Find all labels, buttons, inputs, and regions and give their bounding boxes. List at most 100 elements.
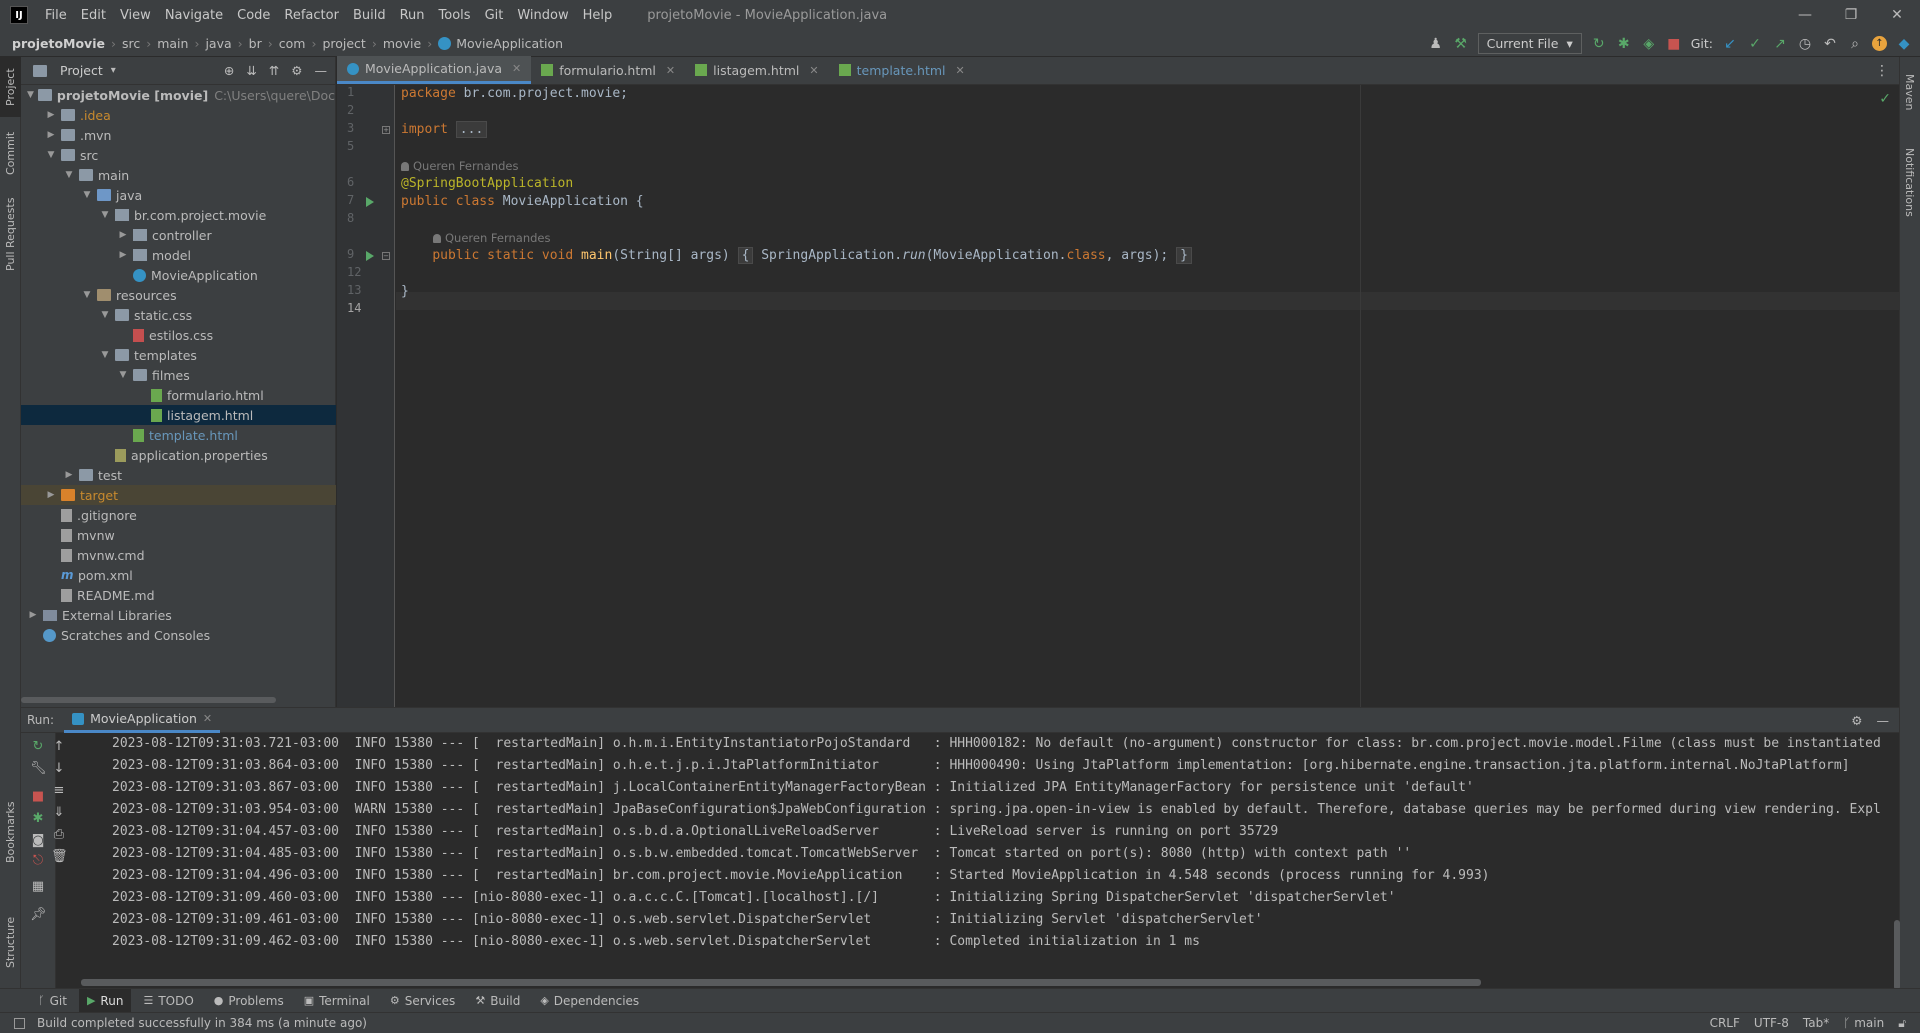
tool-services[interactable]: ⚙ Services [382, 989, 463, 1013]
layout-icon[interactable]: ▦ [30, 879, 46, 894]
breadcrumb-item[interactable]: src [122, 36, 140, 51]
tree-item[interactable]: ▶ target [21, 485, 336, 505]
tree-item[interactable]: listagem.html [21, 405, 336, 425]
run-configuration-select[interactable]: Current File ▾ [1477, 33, 1582, 54]
gear-icon[interactable]: ⚙ [291, 63, 302, 78]
chevron-down-icon[interactable]: ▼ [99, 350, 111, 360]
menu-help[interactable]: Help [576, 8, 620, 23]
menu-git[interactable]: Git [478, 8, 511, 23]
tree-item[interactable]: ▶ .mvn [21, 125, 336, 145]
no-problems-check-icon[interactable]: ✓ [1879, 91, 1891, 107]
git-branch-widget[interactable]: ᚴ main [1843, 1016, 1884, 1030]
folded-brace[interactable]: } [1176, 247, 1192, 264]
pin-icon[interactable]: 📌︎ [30, 907, 47, 922]
chevron-down-icon[interactable]: ▼ [81, 290, 93, 300]
breadcrumb-item[interactable]: main [157, 36, 188, 51]
console-vertical-scrollbar[interactable] [1894, 920, 1900, 990]
tree-item[interactable]: ▼ projetoMovie [movie] C:\Users\quere\Docu… [21, 85, 336, 105]
minimize-button[interactable]: — [1782, 0, 1828, 30]
close-icon[interactable]: ✕ [666, 64, 675, 77]
restore-button[interactable]: ❐ [1828, 0, 1874, 30]
tree-horizontal-scrollbar[interactable] [21, 697, 276, 703]
tree-item[interactable]: mvnw.cmd [21, 545, 336, 565]
git-update-icon[interactable]: ↙ [1722, 36, 1738, 52]
user-icon[interactable]: ♟ [1428, 36, 1444, 52]
menu-build[interactable]: Build [346, 8, 393, 23]
run-gutter-icon[interactable] [366, 251, 374, 261]
tree-item[interactable]: ▶ model [21, 245, 336, 265]
tab-pull-requests[interactable]: Pull Requests [0, 189, 21, 279]
run-gutter-icon[interactable] [366, 197, 374, 207]
tree-item[interactable]: ▶ .idea [21, 105, 336, 125]
tree-item[interactable]: ▶ External Libraries [21, 605, 336, 625]
jetbrains-toolbox-icon[interactable]: ◆ [1896, 36, 1912, 52]
tree-item[interactable]: mvnw [21, 525, 336, 545]
status-message[interactable]: Build completed successfully in 384 ms (… [37, 1016, 367, 1030]
tree-item[interactable]: estilos.css [21, 325, 336, 345]
close-icon[interactable]: ✕ [512, 62, 521, 75]
menu-run[interactable]: Run [393, 8, 432, 23]
tab-bookmarks[interactable]: Bookmarks [0, 797, 21, 867]
coverage-icon[interactable]: ◈ [1641, 36, 1657, 52]
wrench-icon[interactable]: 🔧︎ [30, 761, 47, 776]
update-icon[interactable]: ↑ [1872, 36, 1887, 51]
tree-item[interactable]: ▼ main [21, 165, 336, 185]
history-icon[interactable]: ◷ [1797, 36, 1813, 52]
code-editor[interactable]: ✓ package br.com.project.movie; import .… [396, 85, 1899, 707]
tool-problems[interactable]: ● Problems [206, 989, 292, 1013]
menu-code[interactable]: Code [230, 8, 277, 23]
tool-dependencies[interactable]: ◈ Dependencies [532, 989, 647, 1013]
chevron-right-icon[interactable]: ▶ [45, 110, 57, 120]
tree-item[interactable]: MovieApplication [21, 265, 336, 285]
tree-item[interactable]: Scratches and Consoles [21, 625, 336, 645]
chevron-down-icon[interactable]: ▼ [117, 370, 129, 380]
tool-terminal[interactable]: ▣ Terminal [296, 989, 378, 1013]
git-commit-icon[interactable]: ✓ [1747, 36, 1763, 52]
hide-icon[interactable]: — [1877, 713, 1890, 728]
chevron-down-icon[interactable]: ▼ [99, 310, 111, 320]
more-options-icon[interactable]: ⋮ [1875, 63, 1889, 79]
line-separator-widget[interactable]: CRLF [1710, 1016, 1740, 1030]
tool-todo[interactable]: ☰ TODO [135, 989, 201, 1013]
chevron-down-icon[interactable]: ▼ [99, 210, 111, 220]
breadcrumb-item[interactable]: project [322, 36, 365, 51]
menu-file[interactable]: File [38, 8, 74, 23]
tree-item[interactable]: ▼ resources [21, 285, 336, 305]
menu-tools[interactable]: Tools [432, 8, 478, 23]
chevron-down-icon[interactable]: ▼ [63, 170, 75, 180]
expand-all-icon[interactable]: ⇊ [246, 63, 256, 78]
breadcrumb-item[interactable]: MovieApplication [456, 36, 563, 51]
breadcrumb-item[interactable]: com [279, 36, 306, 51]
tree-item[interactable]: ▼ static.css [21, 305, 336, 325]
rerun-icon[interactable]: ↻ [1591, 36, 1607, 52]
menu-edit[interactable]: Edit [74, 8, 113, 23]
chevron-right-icon[interactable]: ▶ [63, 470, 75, 480]
editor-tab[interactable]: listagem.html ✕ [685, 56, 829, 84]
code-author-hint[interactable]: Queren Fernandes [401, 158, 519, 174]
breadcrumb-item[interactable]: projetoMovie [12, 36, 105, 51]
fold-icon[interactable]: + [382, 126, 390, 134]
camera-icon[interactable]: ◙ [30, 833, 46, 848]
editor-tab[interactable]: MovieApplication.java ✕ [337, 56, 532, 84]
close-icon[interactable]: ✕ [203, 712, 212, 725]
chevron-right-icon[interactable]: ▶ [45, 130, 57, 140]
collapse-all-icon[interactable]: ⇈ [269, 63, 279, 78]
hide-icon[interactable]: — [315, 63, 328, 78]
tree-item[interactable]: README.md [21, 585, 336, 605]
tree-item[interactable]: ▼ br.com.project.movie [21, 205, 336, 225]
tree-item[interactable]: ▶ test [21, 465, 336, 485]
chevron-right-icon[interactable]: ▶ [117, 230, 129, 240]
close-icon[interactable]: ✕ [956, 64, 965, 77]
tab-structure[interactable]: Structure [0, 907, 21, 977]
tree-item[interactable]: ▼ src [21, 145, 336, 165]
git-push-icon[interactable]: ↗ [1772, 36, 1788, 52]
tool-run[interactable]: ▶ Run [78, 988, 132, 1013]
close-icon[interactable]: ✕ [809, 64, 818, 77]
lock-icon[interactable]: 🔓︎ [1898, 1016, 1906, 1031]
tree-item[interactable]: ▶ controller [21, 225, 336, 245]
tree-item[interactable]: template.html [21, 425, 336, 445]
chevron-right-icon[interactable]: ▶ [45, 490, 57, 500]
tree-item[interactable]: .gitignore [21, 505, 336, 525]
debug-icon[interactable]: ✱ [1616, 36, 1632, 52]
chevron-down-icon[interactable]: ▾ [111, 65, 116, 76]
